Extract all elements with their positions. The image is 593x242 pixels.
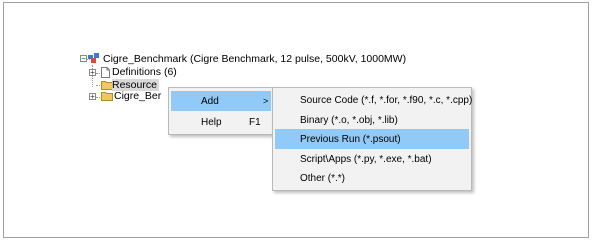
collapse-root-toggle[interactable]: − — [80, 55, 87, 63]
menu-item-label: Previous Run (*.psout) — [300, 133, 401, 145]
menu-item-shortcut: F1 — [249, 116, 261, 128]
menu-item-label: Help — [201, 116, 222, 128]
menu-item-label: Binary (*.o, *.obj, *.lib) — [300, 114, 398, 126]
context-menu: Add > Help F1 — [168, 87, 274, 135]
tree-definitions-label[interactable]: Definitions (6) — [112, 66, 177, 78]
submenu-item-source-code[interactable]: Source Code (*.f, *.for, *.f90, *.c, *.c… — [275, 90, 473, 110]
project-icon — [88, 53, 99, 63]
definitions-icon — [101, 67, 110, 78]
project-tree-panel: − Cigre_Benchmark (Cigre Benchmark, 12 p… — [3, 2, 589, 238]
tree-root-label[interactable]: Cigre_Benchmark (Cigre Benchmark, 12 pul… — [103, 53, 406, 65]
menu-item-label: Add — [201, 95, 219, 107]
submenu-item-binary[interactable]: Binary (*.o, *.obj, *.lib) — [275, 110, 469, 130]
menu-item-label: Other (*.*) — [300, 172, 346, 184]
cigre-folder-icon — [101, 92, 113, 101]
tree-cigre-folder-label[interactable]: Cigre_Ber — [114, 90, 161, 102]
menu-item-label: Script\Apps (*.py, *.exe, *.bat) — [300, 153, 432, 165]
menu-item-label: Source Code (*.f, *.for, *.f90, *.c, *.c… — [300, 94, 473, 106]
submenu-item-script-apps[interactable]: Script\Apps (*.py, *.exe, *.bat) — [275, 149, 469, 169]
menu-item-add[interactable]: Add > — [171, 91, 271, 111]
expand-definitions-toggle[interactable]: + — [89, 69, 96, 77]
menu-item-help[interactable]: Help F1 — [171, 112, 271, 132]
submenu-item-other[interactable]: Other (*.*) — [275, 168, 469, 188]
add-submenu: Source Code (*.f, *.for, *.f90, *.c, *.c… — [272, 87, 472, 191]
submenu-item-previous-run[interactable]: Previous Run (*.psout) — [275, 129, 469, 149]
expand-cigre-folder-toggle[interactable]: + — [89, 93, 96, 101]
submenu-arrow-icon: > — [263, 96, 269, 106]
